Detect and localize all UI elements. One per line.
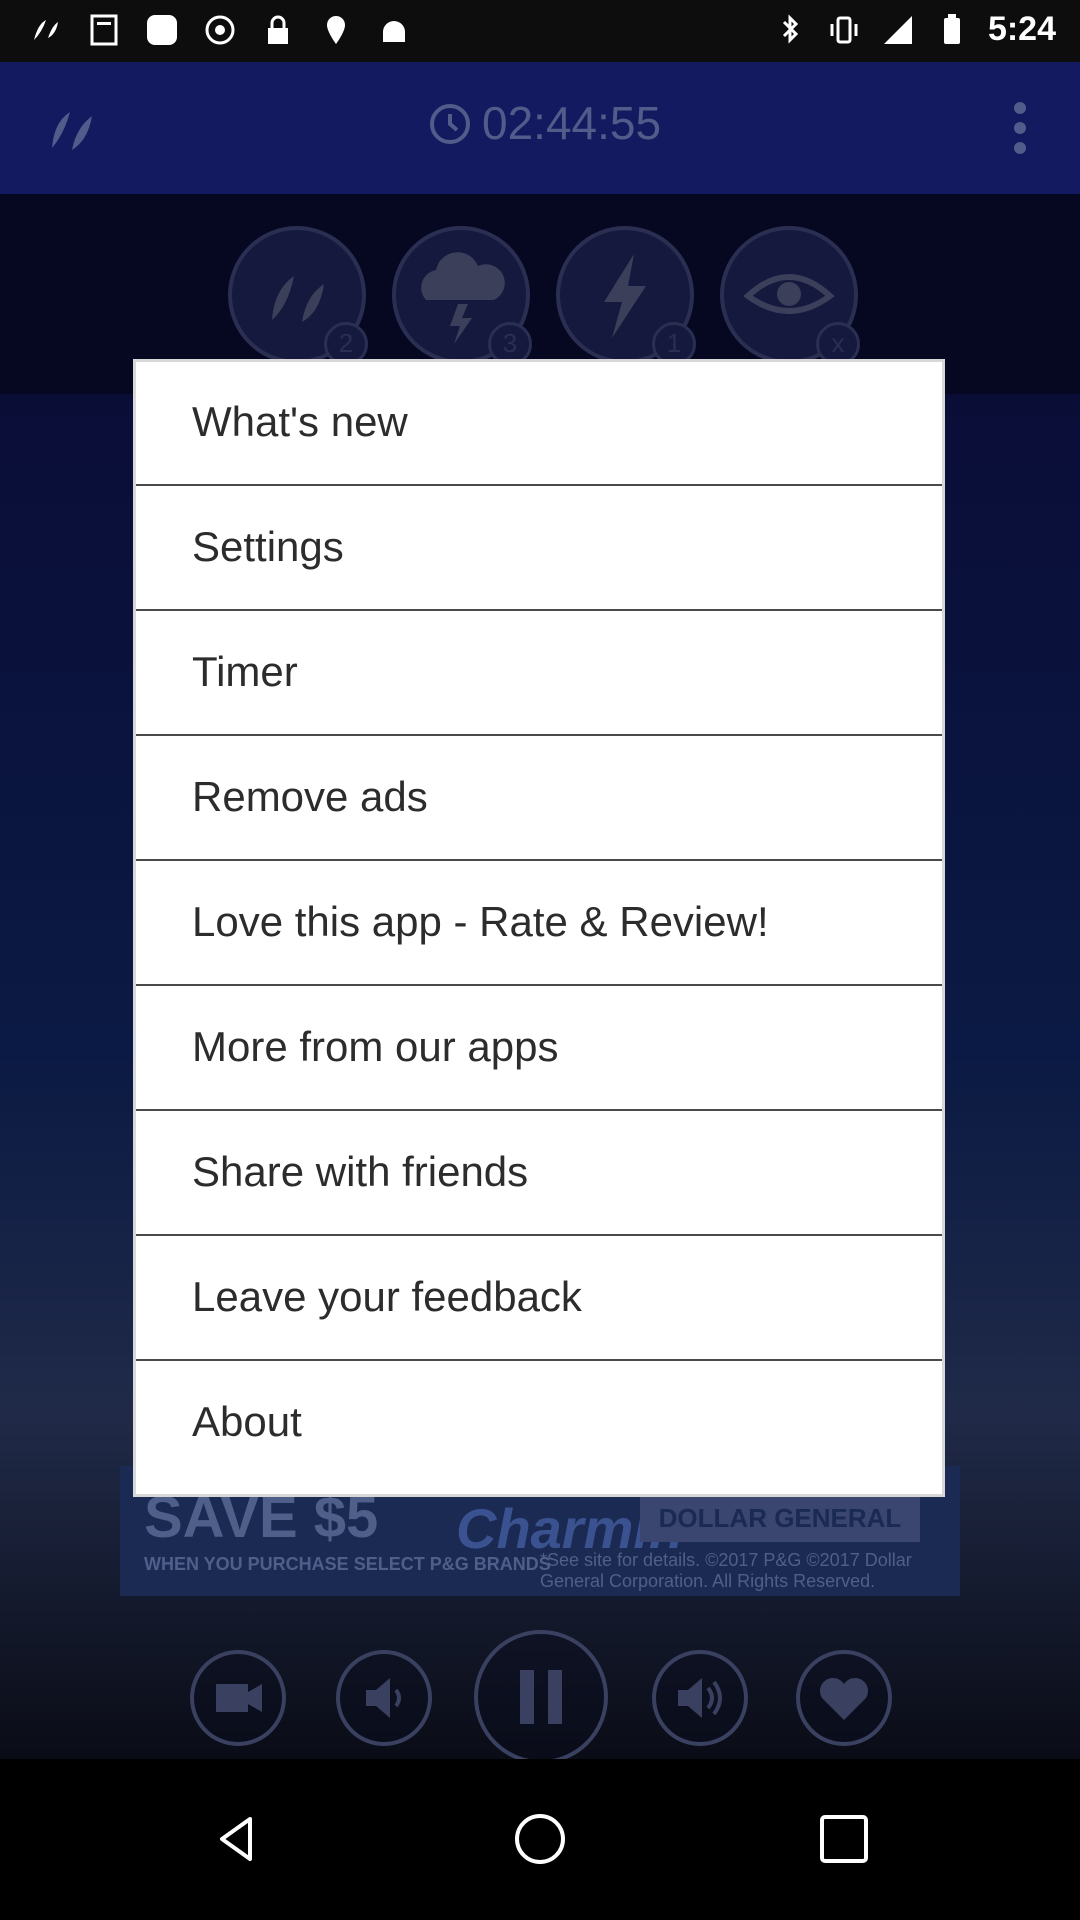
ad-store: DOLLAR GENERAL [640,1494,920,1542]
status-bar: 5:24 [0,0,1080,62]
menu-item-more-apps[interactable]: More from our apps [136,987,942,1111]
pause-button[interactable] [474,1630,608,1764]
menu-item-timer[interactable]: Timer [136,612,942,736]
volume-down-button[interactable] [336,1650,432,1746]
ad-line-2: *See site for details. ©2017 P&G ©2017 D… [540,1550,912,1591]
clock-icon [430,104,470,144]
app-logo-icon[interactable] [44,100,100,156]
overflow-menu: What's new Settings Timer Remove ads Lov… [136,362,942,1494]
countdown-timer[interactable]: 02:44:55 [482,96,661,150]
menu-item-label: About [192,1398,302,1445]
ad-line-1: WHEN YOU PURCHASE SELECT P&G BRANDS [144,1554,551,1574]
status-time: 5:24 [987,10,1056,48]
lock-icon [268,15,288,44]
heart-icon [819,1677,869,1720]
volume-low-icon [366,1678,401,1718]
app-bar: 02:44:55 [0,62,1080,194]
ad-headline: SAVE $5 [144,1485,379,1550]
favorite-button[interactable] [796,1650,892,1746]
rounded-square-icon [147,15,177,45]
menu-item-whats-new[interactable]: What's new [136,362,942,486]
navigation-bar [0,1759,1080,1920]
menu-item-feedback[interactable]: Leave your feedback [136,1237,942,1361]
mode-badge: 1 [652,322,696,366]
battery-icon [943,13,960,44]
video-button[interactable] [190,1650,286,1746]
menu-item-label: Share with friends [192,1148,529,1195]
pause-icon [520,1670,562,1724]
menu-item-settings[interactable]: Settings [136,487,942,611]
home-icon[interactable] [512,1811,568,1867]
app-notification-icon [34,20,58,40]
location-pin-icon [327,16,345,44]
menu-item-label: Remove ads [192,773,428,820]
menu-item-label: Love this app - Rate & Review! [192,898,769,945]
back-icon[interactable] [210,1811,266,1867]
menu-item-label: Timer [192,648,298,695]
mode-button-eye[interactable]: x [720,226,860,366]
vibrate-icon [830,16,858,43]
mode-button-lightning[interactable]: 1 [556,226,696,366]
menu-item-label: Leave your feedback [192,1273,582,1320]
target-icon [205,15,235,45]
mode-button-thunder[interactable]: 3 [392,226,532,366]
mode-badge: 2 [324,322,368,366]
menu-item-label: What's new [192,398,408,445]
menu-item-label: More from our apps [192,1023,559,1070]
mode-button-rain[interactable]: 2 [228,226,368,366]
bluetooth-icon [782,13,799,44]
volume-high-icon [678,1678,722,1718]
menu-item-share[interactable]: Share with friends [136,1112,942,1236]
menu-item-label: Settings [192,523,344,570]
menu-item-about[interactable]: About [136,1362,942,1486]
mode-badge: 3 [488,322,532,366]
recents-icon[interactable] [818,1813,870,1865]
volume-up-button[interactable] [652,1650,748,1746]
android-icon [383,21,405,42]
signal-icon [883,15,912,44]
menu-item-rate-review[interactable]: Love this app - Rate & Review! [136,862,942,986]
menu-item-remove-ads[interactable]: Remove ads [136,737,942,861]
video-camera-icon [216,1684,262,1712]
mode-badge: x [816,322,860,366]
document-icon [90,14,118,46]
more-options-icon[interactable] [1012,100,1028,156]
